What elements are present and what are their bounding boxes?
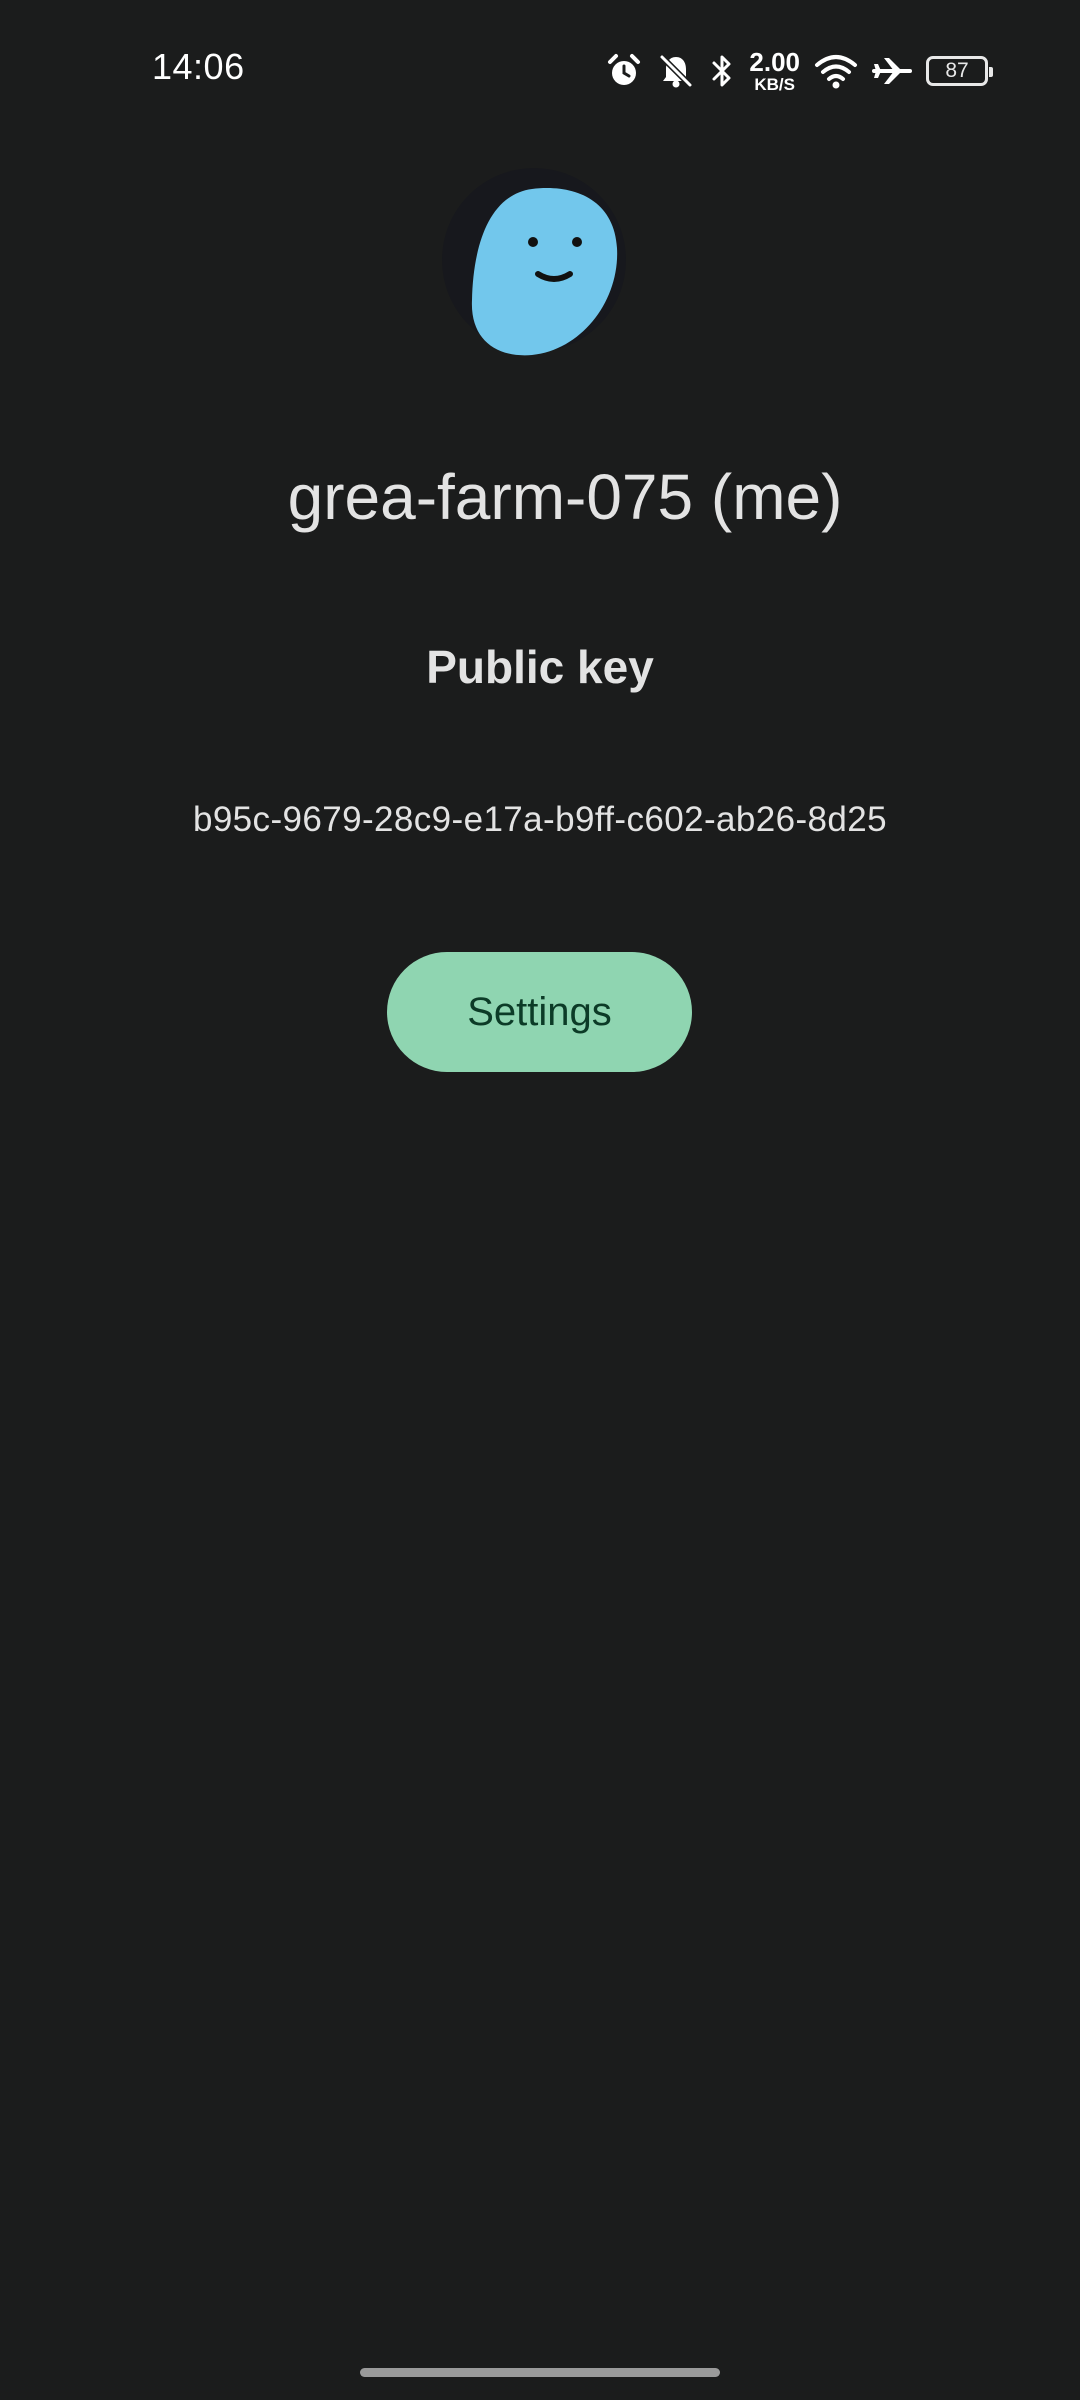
network-speed: 2.00 KB/S — [749, 49, 800, 93]
status-icons: 2.00 KB/S 87 — [605, 46, 993, 96]
network-speed-value: 2.00 — [749, 47, 800, 77]
gesture-navigation-bar[interactable] — [360, 2368, 720, 2377]
smiley-face-icon — [442, 168, 626, 356]
status-bar: 14:06 2.00 KB/S 87 — [0, 0, 1080, 140]
battery-level: 87 — [945, 59, 969, 82]
avatar — [442, 160, 642, 360]
bell-off-icon — [657, 52, 695, 90]
alarm-icon — [605, 52, 643, 90]
public-key-label: Public key — [426, 641, 654, 693]
battery-icon: 87 — [926, 56, 993, 86]
profile-name: grea-farm-075 (me) — [287, 461, 843, 533]
status-time: 14:06 — [152, 46, 245, 87]
bluetooth-icon — [709, 52, 735, 90]
public-key-value: b95c-9679-28c9-e17a-b9ff-c602-ab26-8d25 — [192, 800, 888, 839]
network-speed-unit: KB/S — [754, 75, 795, 94]
settings-button[interactable]: Settings — [387, 952, 692, 1072]
airplane-icon — [872, 52, 912, 90]
wifi-icon — [814, 52, 858, 90]
